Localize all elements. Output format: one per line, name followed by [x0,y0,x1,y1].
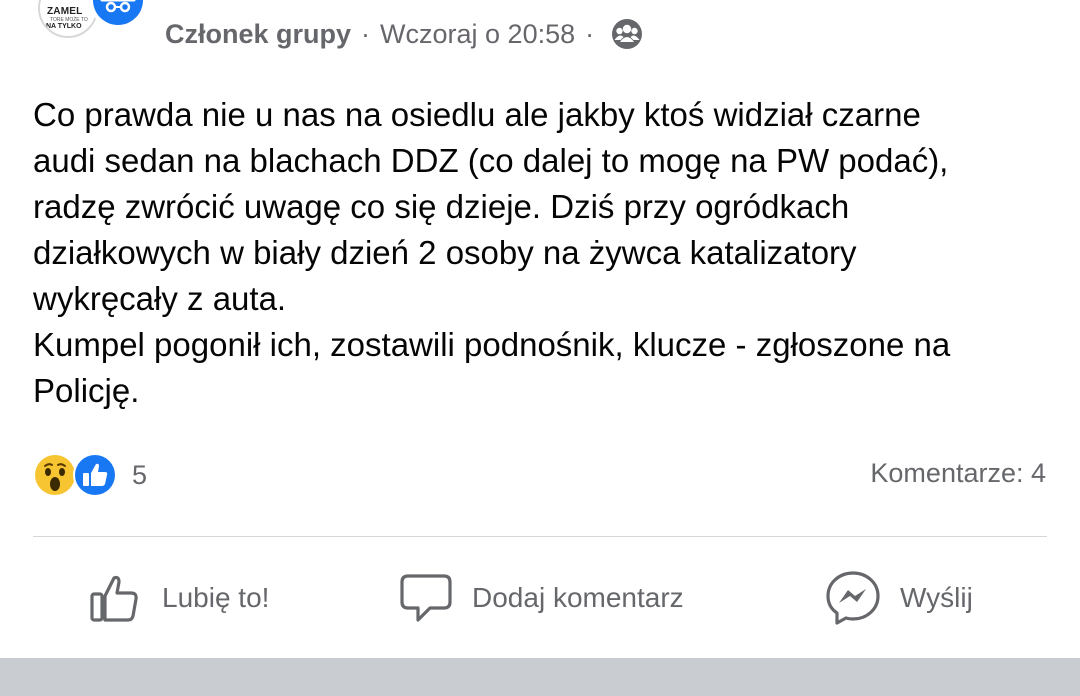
post-timestamp[interactable]: Wczoraj o 20:58 [380,19,575,50]
group-avatar[interactable]: ZAMEL TORE MOŻE TO NA TYLKO [38,0,147,38]
comment-label: Dodaj komentarz [472,582,684,613]
messenger-icon [826,571,880,625]
comments-count-link[interactable]: Komentarze: 4 [870,458,1046,489]
post-card: ZAMEL TORE MOŻE TO NA TYLKO Członek grup… [0,0,1080,658]
like-label: Lubię to! [162,582,270,613]
thumbs-up-icon [90,575,138,622]
divider [33,536,1047,537]
member-label[interactable]: Członek grupy [165,19,351,50]
reactions-summary[interactable]: 5 [32,452,147,498]
send-label: Wyślij [900,582,973,613]
post-meta: Członek grupy · Wczoraj o 20:58 · [165,16,644,52]
send-button[interactable]: Wyślij [824,566,973,630]
feed-gap [0,658,1080,696]
avatar-text: ZAMEL [47,6,83,17]
post-body-text: Co prawda nie u nas na osiedlu ale jakby… [33,96,951,409]
like-reaction-icon [73,453,117,497]
anonymous-member-icon [89,0,147,29]
group-members-icon [612,19,643,49]
comment-bubble-icon [400,574,452,622]
meta-separator: · [585,18,595,49]
meta-separator: · [361,18,371,49]
reaction-count: 5 [132,459,148,490]
comment-button[interactable]: Dodaj komentarz [398,566,684,630]
like-button[interactable]: Lubię to! [88,566,269,630]
avatar-text: NA TYLKO [46,23,82,30]
